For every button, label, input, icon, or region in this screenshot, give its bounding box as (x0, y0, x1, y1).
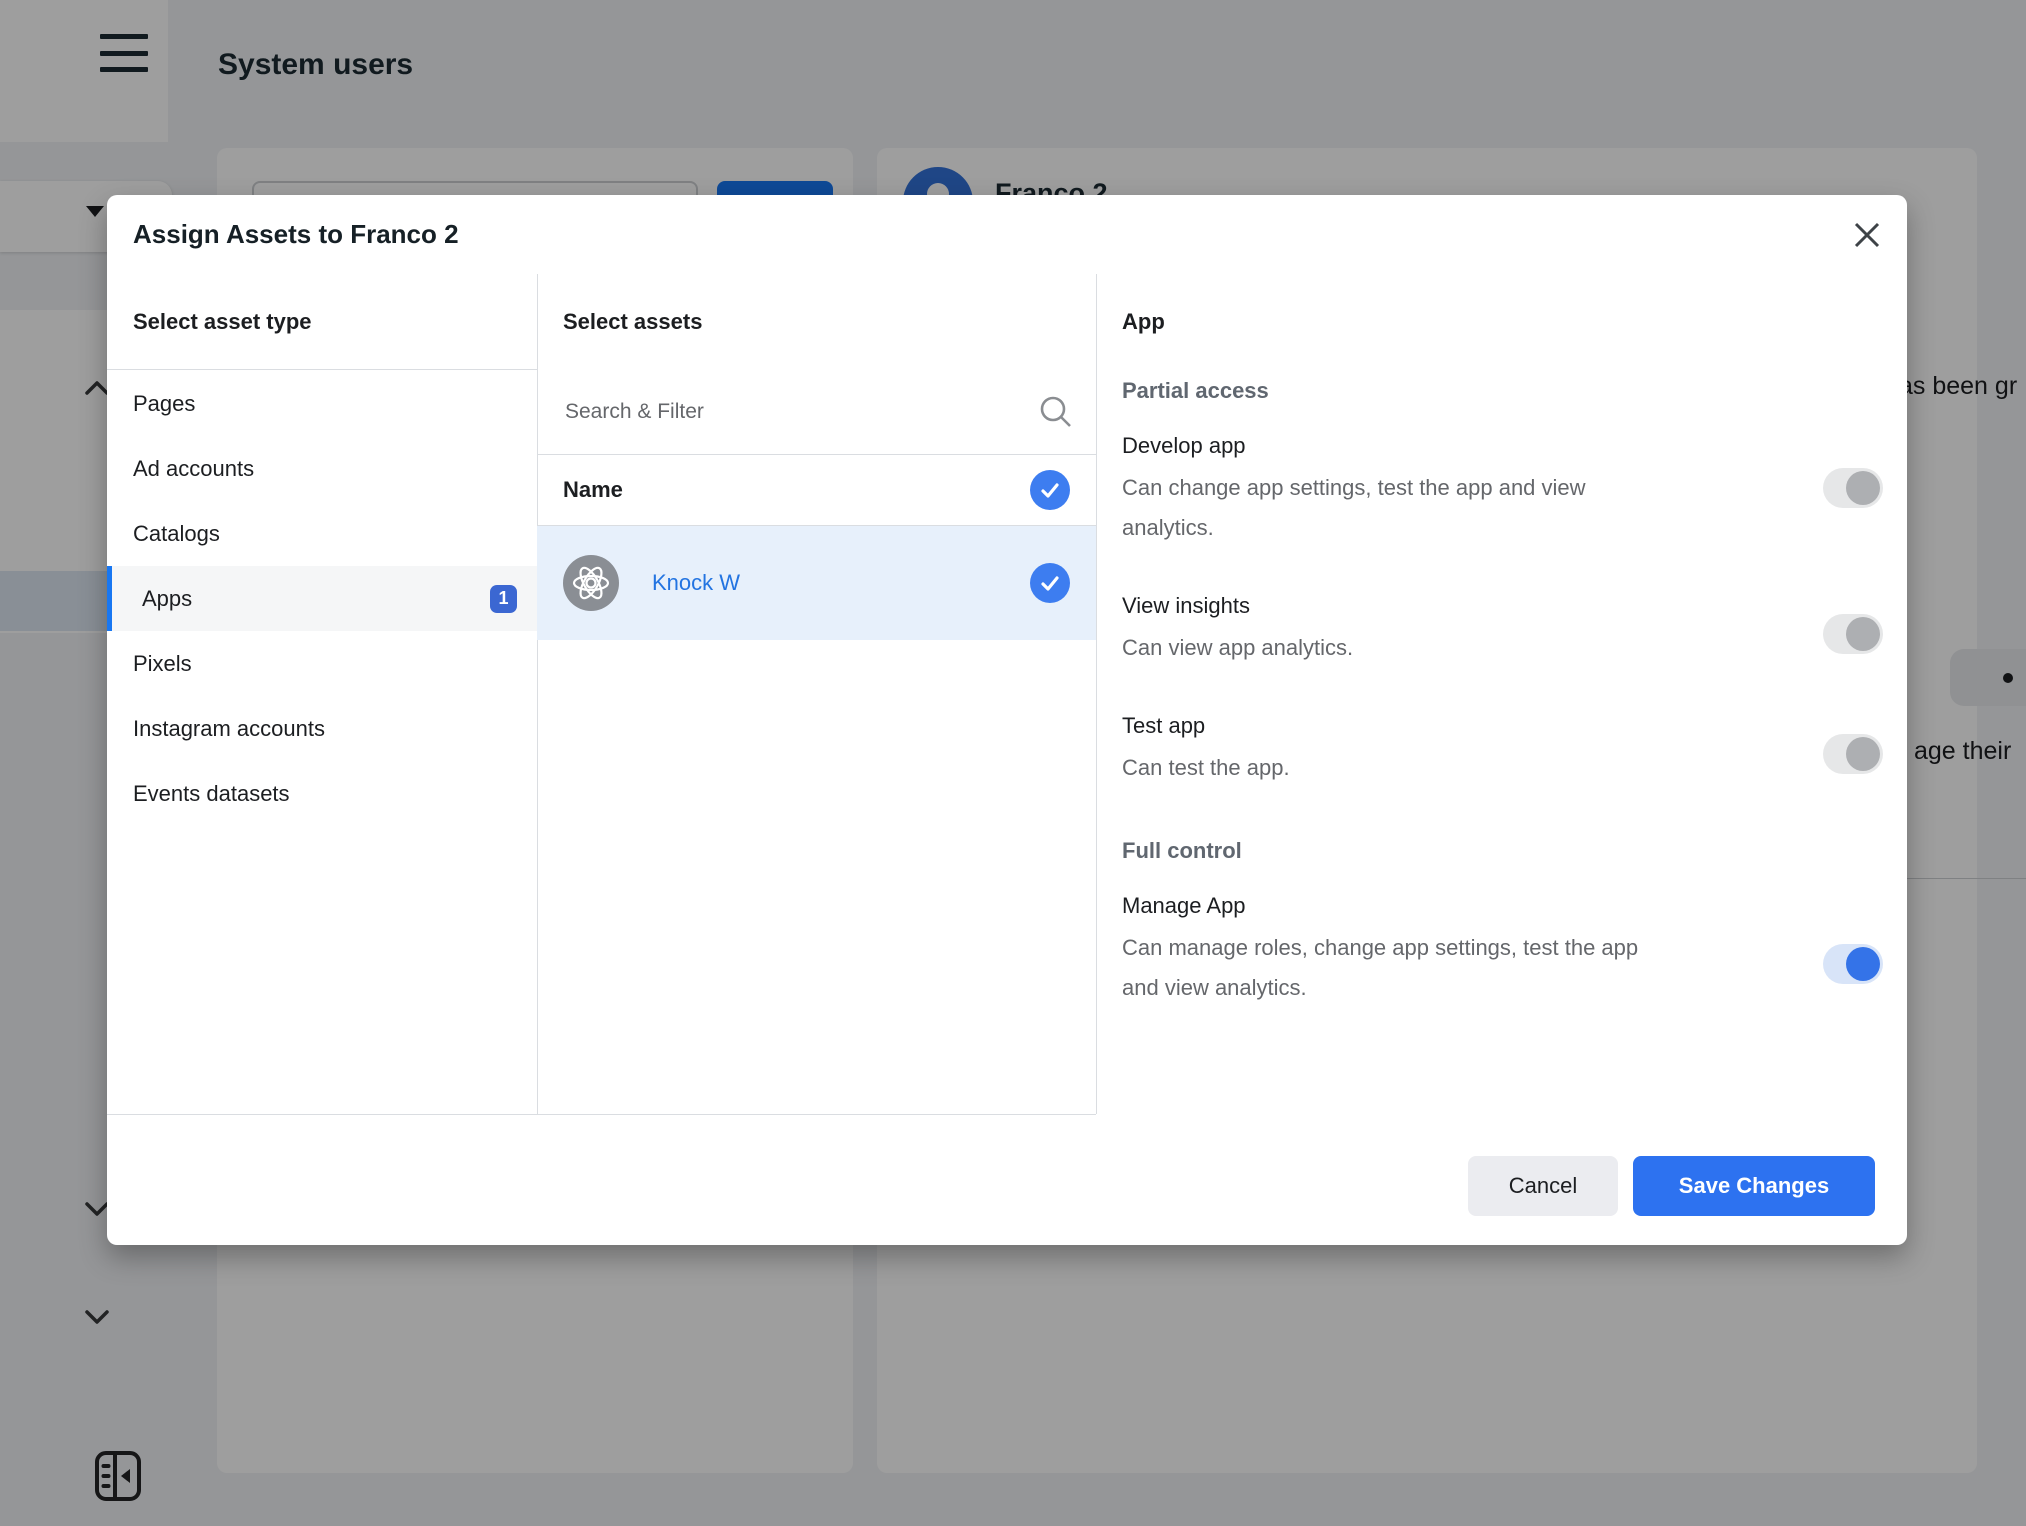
permission-item-develop-app: Develop app Can change app settings, test… (1122, 430, 1883, 548)
asset-type-item-pages[interactable]: Pages (107, 371, 537, 436)
asset-type-label: Ad accounts (133, 456, 254, 482)
asset-type-item-apps[interactable]: Apps 1 (107, 566, 537, 631)
permission-label: Manage App (1122, 890, 1753, 922)
asset-type-item-catalogs[interactable]: Catalogs (107, 501, 537, 566)
permission-section-title: Partial access (1122, 376, 1883, 406)
permissions-panel: Partial access Develop app Can change app … (1096, 370, 1907, 1008)
test-app-toggle[interactable] (1823, 734, 1883, 774)
asset-type-item-ad-accounts[interactable]: Ad accounts (107, 436, 537, 501)
search-input[interactable] (563, 399, 1038, 425)
toggle-knob (1846, 947, 1880, 981)
asset-checkbox[interactable] (1030, 563, 1070, 603)
develop-app-toggle[interactable] (1823, 468, 1883, 508)
close-button[interactable] (1849, 217, 1885, 253)
asset-type-item-pixels[interactable]: Pixels (107, 631, 537, 696)
name-column-label: Name (563, 477, 623, 503)
screen: System users Franco 2 as been gr age the… (0, 0, 2026, 1526)
permission-section-title: Full control (1122, 836, 1883, 866)
permission-description: Can test the app. (1122, 748, 1652, 788)
check-icon (1039, 572, 1061, 594)
search-icon (1038, 394, 1074, 430)
permission-label: Test app (1122, 710, 1753, 742)
selected-count-badge: 1 (490, 585, 517, 613)
permission-label: View insights (1122, 590, 1753, 622)
asset-search-row (537, 370, 1096, 455)
cancel-button[interactable]: Cancel (1468, 1156, 1618, 1216)
toggle-knob (1846, 617, 1880, 651)
asset-type-list: Pages Ad accounts Catalogs Apps 1 Pixels Insta… (107, 371, 537, 826)
asset-type-label: Instagram accounts (133, 716, 325, 742)
asset-type-label: Pixels (133, 651, 192, 677)
asset-type-item-events-datasets[interactable]: Events datasets (107, 761, 537, 826)
asset-type-label: Pages (133, 391, 195, 417)
permissions-header: App (1096, 274, 1907, 370)
asset-list: Knock W (537, 526, 1096, 640)
assign-assets-dialog: Assign Assets to Franco 2 Select asset t… (107, 195, 1907, 1245)
asset-type-label: Catalogs (133, 521, 220, 547)
asset-name: Knock W (652, 570, 740, 596)
name-column-header-row: Name (537, 455, 1096, 526)
atom-app-icon (563, 555, 619, 611)
dialog-title: Assign Assets to Franco 2 (133, 195, 459, 274)
permission-description: Can view app analytics. (1122, 628, 1652, 668)
select-assets-header: Select assets (537, 274, 1096, 370)
save-changes-button[interactable]: Save Changes (1633, 1156, 1875, 1216)
check-icon (1039, 479, 1061, 501)
panel-bottom-divider (107, 1114, 1096, 1115)
permission-label: Develop app (1122, 430, 1753, 462)
asset-type-label: Apps (142, 586, 192, 612)
permission-item-test-app: Test app Can test the app. (1122, 710, 1883, 788)
permission-item-manage-app: Manage App Can manage roles, change app s… (1122, 890, 1883, 1008)
toggle-knob (1846, 737, 1880, 771)
permission-item-view-insights: View insights Can view app analytics. (1122, 590, 1883, 668)
manage-app-toggle[interactable] (1823, 944, 1883, 984)
permission-description: Can change app settings, test the app an… (1122, 468, 1652, 548)
close-icon (1853, 221, 1881, 249)
asset-row-knock-w[interactable]: Knock W (537, 526, 1096, 640)
view-insights-toggle[interactable] (1823, 614, 1883, 654)
permission-description: Can manage roles, change app settings, t… (1122, 928, 1652, 1008)
asset-type-label: Events datasets (133, 781, 290, 807)
asset-type-item-instagram-accounts[interactable]: Instagram accounts (107, 696, 537, 761)
asset-type-header: Select asset type (107, 274, 537, 370)
select-all-checkbox[interactable] (1030, 470, 1070, 510)
toggle-knob (1846, 471, 1880, 505)
